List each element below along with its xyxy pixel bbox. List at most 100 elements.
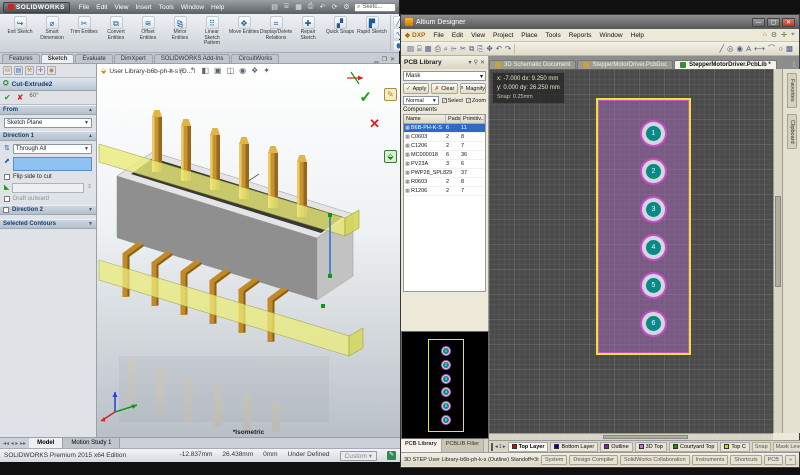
component-row[interactable]: ▦ R0603 2 8 <box>404 178 485 187</box>
panel-access-button[interactable]: Instruments <box>692 455 729 465</box>
layer-scroll[interactable]: ◂ 1 ▸ <box>495 444 506 450</box>
selected-contours-header[interactable]: Selected Contours ▼ <box>0 219 96 229</box>
menu-item[interactable]: Insert <box>135 4 151 11</box>
end-condition-dropdown[interactable]: Through All ▼ <box>13 144 92 154</box>
line-icon[interactable]: ╱ <box>719 44 724 53</box>
new-icon[interactable]: ▤ <box>270 3 279 11</box>
model-tab[interactable]: Motion Study 1 <box>63 438 120 448</box>
canvas-horizontal-scrollbar[interactable] <box>489 433 773 440</box>
dimxpert-tab-icon[interactable]: ✛ <box>36 66 45 75</box>
graphics-viewport[interactable]: ⬙ User Library-b6b-ph-k-s (D... ⌕⌲↰◧▣◫◉❖… <box>97 64 400 437</box>
pad[interactable]: 5 <box>640 272 667 299</box>
dimension-icon[interactable]: ⟷ <box>754 44 765 53</box>
detail-preview-icon[interactable]: 60° <box>29 93 38 102</box>
clear-button[interactable]: ✗ Clear <box>431 83 457 94</box>
dxp-menu[interactable]: ◆ DXP <box>405 31 425 39</box>
cut-icon[interactable]: ✂ <box>460 44 466 53</box>
mode-dropdown[interactable]: Normal ▾ <box>403 96 439 105</box>
panel-access-button[interactable]: SolidWorks Collaboration <box>620 455 690 465</box>
menu-item[interactable]: Tools <box>546 32 561 39</box>
reverse-direction-icon[interactable]: ⇅ <box>4 144 10 152</box>
from-dropdown[interactable]: Sketch Plane ▼ <box>4 118 92 128</box>
direction2-checkbox[interactable] <box>3 207 9 213</box>
tab-scroll-arrows[interactable]: ◂◂ ◂ ▸ ▸▸ <box>0 440 29 447</box>
ribbon-tab[interactable]: DimXpert <box>114 54 153 63</box>
maximize-button[interactable]: ▢ <box>767 18 780 27</box>
zoom-checkbox[interactable]: ✓ Zoom <box>466 98 486 104</box>
tab-overflow-icon[interactable]: ⁞ <box>789 62 799 69</box>
menu-item[interactable]: Window <box>181 4 204 11</box>
document-tab[interactable]: StepperMotorDriver.PcbLib * <box>674 60 777 69</box>
settings-icon[interactable]: ⚙ <box>771 31 777 39</box>
component-row[interactable]: ▦ C0603 2 8 <box>404 133 485 142</box>
sketch-exit-corner-icon[interactable]: ✎ <box>384 88 397 101</box>
confirm-cancel-button[interactable]: ✕ <box>369 116 380 132</box>
zoom-fit-icon[interactable]: ⌕ <box>444 44 448 54</box>
toolbar-button[interactable]: ✚ Repair Sketch <box>293 16 323 41</box>
toolbar-button[interactable]: ⌀ Smart Dimension <box>37 16 67 41</box>
panel-access-button[interactable]: PCB <box>764 455 783 465</box>
toolbar-button[interactable]: ✂ Trim Entities <box>69 16 99 36</box>
propertymanager-tab-icon[interactable]: ▤ <box>14 66 23 75</box>
pad[interactable]: 1 <box>640 120 667 147</box>
draft-icon[interactable]: ◣ <box>4 183 9 191</box>
via-icon[interactable]: ◉ <box>737 44 744 53</box>
magnify-button[interactable]: ⌕ Magnify <box>460 83 486 94</box>
minimize-icon[interactable]: ▁ <box>374 56 379 63</box>
ribbon-tab[interactable]: Sketch <box>41 54 75 63</box>
layer-tab[interactable]: Top Layer <box>508 442 549 452</box>
help-icon[interactable]: ⌖ <box>791 31 795 39</box>
layer-bar-button[interactable]: Mask Level <box>773 442 800 452</box>
footprint-preview[interactable]: 1 2 3 4 5 6 <box>401 331 489 439</box>
menu-item[interactable]: Help <box>211 4 224 11</box>
from-section-header[interactable]: From ▲ <box>0 105 96 115</box>
minimize-button[interactable]: — <box>752 18 765 27</box>
panel-access-button[interactable]: Design Compiler <box>569 455 618 465</box>
menu-item[interactable]: Window <box>600 32 623 39</box>
paste-icon[interactable]: ⎘ <box>477 44 483 54</box>
arrow-right-icon[interactable]: ▸ <box>503 444 506 450</box>
featuremanager-tab-icon[interactable]: ⛁ <box>3 66 12 75</box>
document-tab[interactable]: StepperMotorDriver.PcbDoc <box>577 60 673 69</box>
ribbon-tab[interactable]: Features <box>2 54 40 63</box>
toolbar-button[interactable]: ▞ Quick Snaps <box>325 16 355 36</box>
menu-item[interactable]: File <box>79 4 89 11</box>
select-checkbox[interactable]: ✓ Select <box>442 98 463 104</box>
close-icon[interactable]: ✕ <box>480 59 485 66</box>
component-row[interactable]: ▦ R1206 2 7 <box>404 187 485 196</box>
options-icon[interactable]: ⚙ <box>342 3 351 11</box>
layer-tab[interactable]: Outline <box>600 442 632 452</box>
toolbar-button[interactable]: ⠿ Linear Sketch Pattern <box>197 16 227 47</box>
pad[interactable]: 2 <box>640 158 667 185</box>
side-panel-tab[interactable]: Clipboard <box>787 114 797 150</box>
component-row[interactable]: ▦ PV23A 3 6 <box>404 160 485 169</box>
spinner-icon[interactable]: ⇕ <box>87 183 92 190</box>
instant3d-corner-icon[interactable]: ⬙ <box>384 150 397 163</box>
pad[interactable]: 4 <box>640 234 667 261</box>
direction1-section-header[interactable]: Direction 1 ▲ <box>0 131 96 141</box>
connector-3d-model[interactable] <box>97 64 400 437</box>
menu-item[interactable]: View <box>114 4 128 11</box>
document-tab[interactable]: 3D Schematic Document <box>489 60 576 69</box>
restore-icon[interactable]: ❐ <box>382 56 387 63</box>
string-icon[interactable]: A <box>746 44 751 53</box>
footprint-body[interactable]: 1 2 3 4 5 <box>596 98 691 355</box>
undo-icon[interactable]: ↶ <box>318 3 327 11</box>
fill-icon[interactable]: ▩ <box>786 44 793 53</box>
draft-angle-field[interactable] <box>12 183 84 193</box>
direction-selection-box[interactable] <box>13 157 92 171</box>
save-icon[interactable]: ▦ <box>294 3 303 11</box>
pcb-editor-canvas[interactable]: x: -7.000 dx: 9.250 mm y: 0.000 dy: 26.2… <box>489 69 773 433</box>
panel-tab[interactable]: PCB Library <box>401 439 442 452</box>
canvas-vertical-scrollbar[interactable] <box>773 69 782 433</box>
panel-access-button[interactable]: System <box>541 455 567 465</box>
close-button[interactable]: ✕ <box>782 18 795 27</box>
units-dropdown[interactable]: Custom ▾ <box>340 451 377 461</box>
new-icon[interactable]: ▤ <box>407 44 414 53</box>
pin-icon[interactable]: ⚲ <box>474 59 478 66</box>
toolbar-button[interactable]: ▛ Rapid Sketch <box>357 16 387 36</box>
ok-button[interactable]: ✔ <box>4 93 11 102</box>
layer-bar-button[interactable]: Snap <box>752 442 771 452</box>
panel-tab[interactable]: PCBLIB Filter <box>442 439 484 452</box>
toolbar-button[interactable]: ↪ Exit Sketch <box>5 16 35 36</box>
